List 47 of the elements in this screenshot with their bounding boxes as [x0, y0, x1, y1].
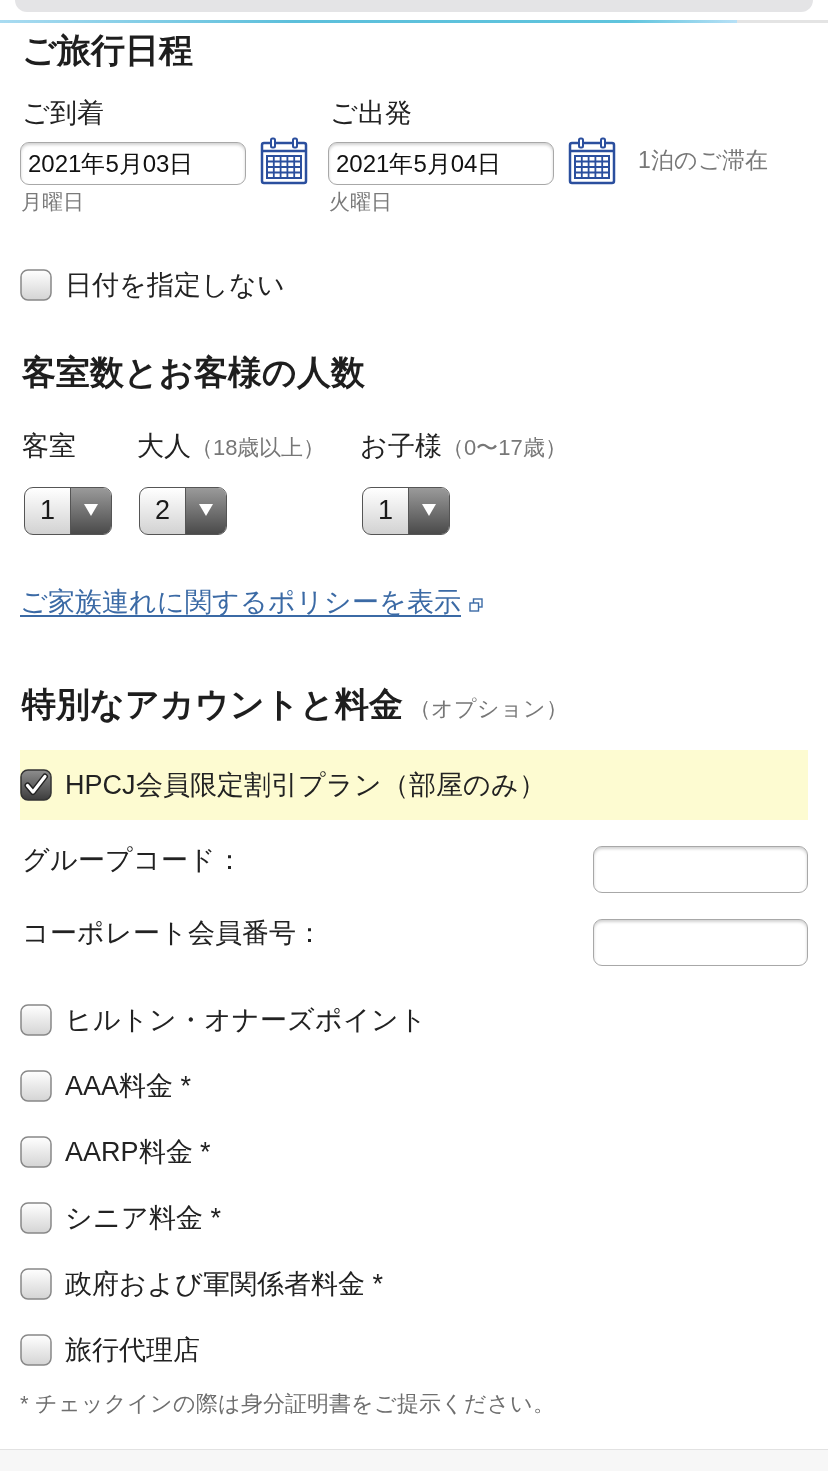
stay-length-text: 1泊のご滞在 — [637, 145, 769, 175]
calendar-icon[interactable] — [260, 136, 308, 185]
checkbox-label[interactable]: AARP料金 * — [65, 1136, 211, 1168]
age-note: （0〜17歳） — [442, 434, 567, 462]
dropdown[interactable]: 1 — [24, 487, 112, 535]
date-field[interactable]: 2021年5月03日 — [20, 142, 246, 185]
field-label: ご到着 — [21, 97, 105, 129]
footnote-text: * チェックインの際は身分証明書をご提示ください。 — [20, 1390, 556, 1418]
checkbox-label[interactable]: シニア料金 * — [65, 1202, 221, 1234]
optional-note: （オプション） — [409, 695, 568, 723]
caret-icon[interactable] — [186, 488, 226, 534]
checkbox[interactable] — [20, 1070, 52, 1102]
field-label: お子様 — [360, 430, 442, 462]
dropdown[interactable]: 2 — [139, 487, 227, 535]
field-label: ご出発 — [329, 97, 413, 129]
checkbox[interactable] — [20, 1004, 52, 1036]
checkbox[interactable] — [20, 1268, 52, 1300]
checkbox-label[interactable]: 旅行代理店 — [65, 1334, 200, 1366]
caret-icon[interactable] — [409, 488, 449, 534]
checkbox-label[interactable]: HPCJ会員限定割引プラン（部屋のみ） — [65, 769, 546, 801]
checkbox[interactable] — [20, 1334, 52, 1366]
policy-link[interactable]: ご家族連れに関するポリシーを表示 — [20, 586, 461, 618]
section-heading: 客室数とお客様の人数 — [21, 352, 366, 392]
calendar-icon[interactable] — [568, 136, 616, 185]
age-note: （18歳以上） — [191, 434, 326, 462]
checkbox-label[interactable]: 政府および軍関係者料金 * — [65, 1268, 383, 1300]
checkbox[interactable] — [20, 1136, 52, 1168]
field-label: 大人 — [137, 430, 191, 462]
external-link-icon[interactable] — [469, 598, 483, 612]
field-label: グループコード： — [21, 844, 243, 876]
checkbox[interactable] — [20, 1202, 52, 1234]
field-label: 客室 — [22, 430, 76, 462]
checkbox[interactable] — [20, 269, 52, 301]
checkbox[interactable] — [20, 769, 52, 801]
section-heading: ご旅行日程 — [21, 30, 194, 70]
weekday-text: 火曜日 — [328, 190, 393, 214]
text-input-field[interactable] — [593, 919, 808, 966]
dropdown[interactable]: 1 — [362, 487, 450, 535]
date-field[interactable]: 2021年5月04日 — [328, 142, 554, 185]
checkbox-label[interactable]: ヒルトン・オナーズポイント — [65, 1004, 427, 1036]
caret-icon[interactable] — [71, 488, 111, 534]
text-input-field[interactable] — [593, 846, 808, 893]
checkbox-label[interactable]: AAA料金 * — [65, 1070, 192, 1102]
checkbox-label[interactable]: 日付を指定しない — [65, 269, 285, 301]
field-label: コーポレート会員番号： — [21, 917, 323, 949]
section-heading: 特別なアカウントと料金 — [20, 684, 403, 724]
weekday-text: 月曜日 — [20, 190, 85, 214]
